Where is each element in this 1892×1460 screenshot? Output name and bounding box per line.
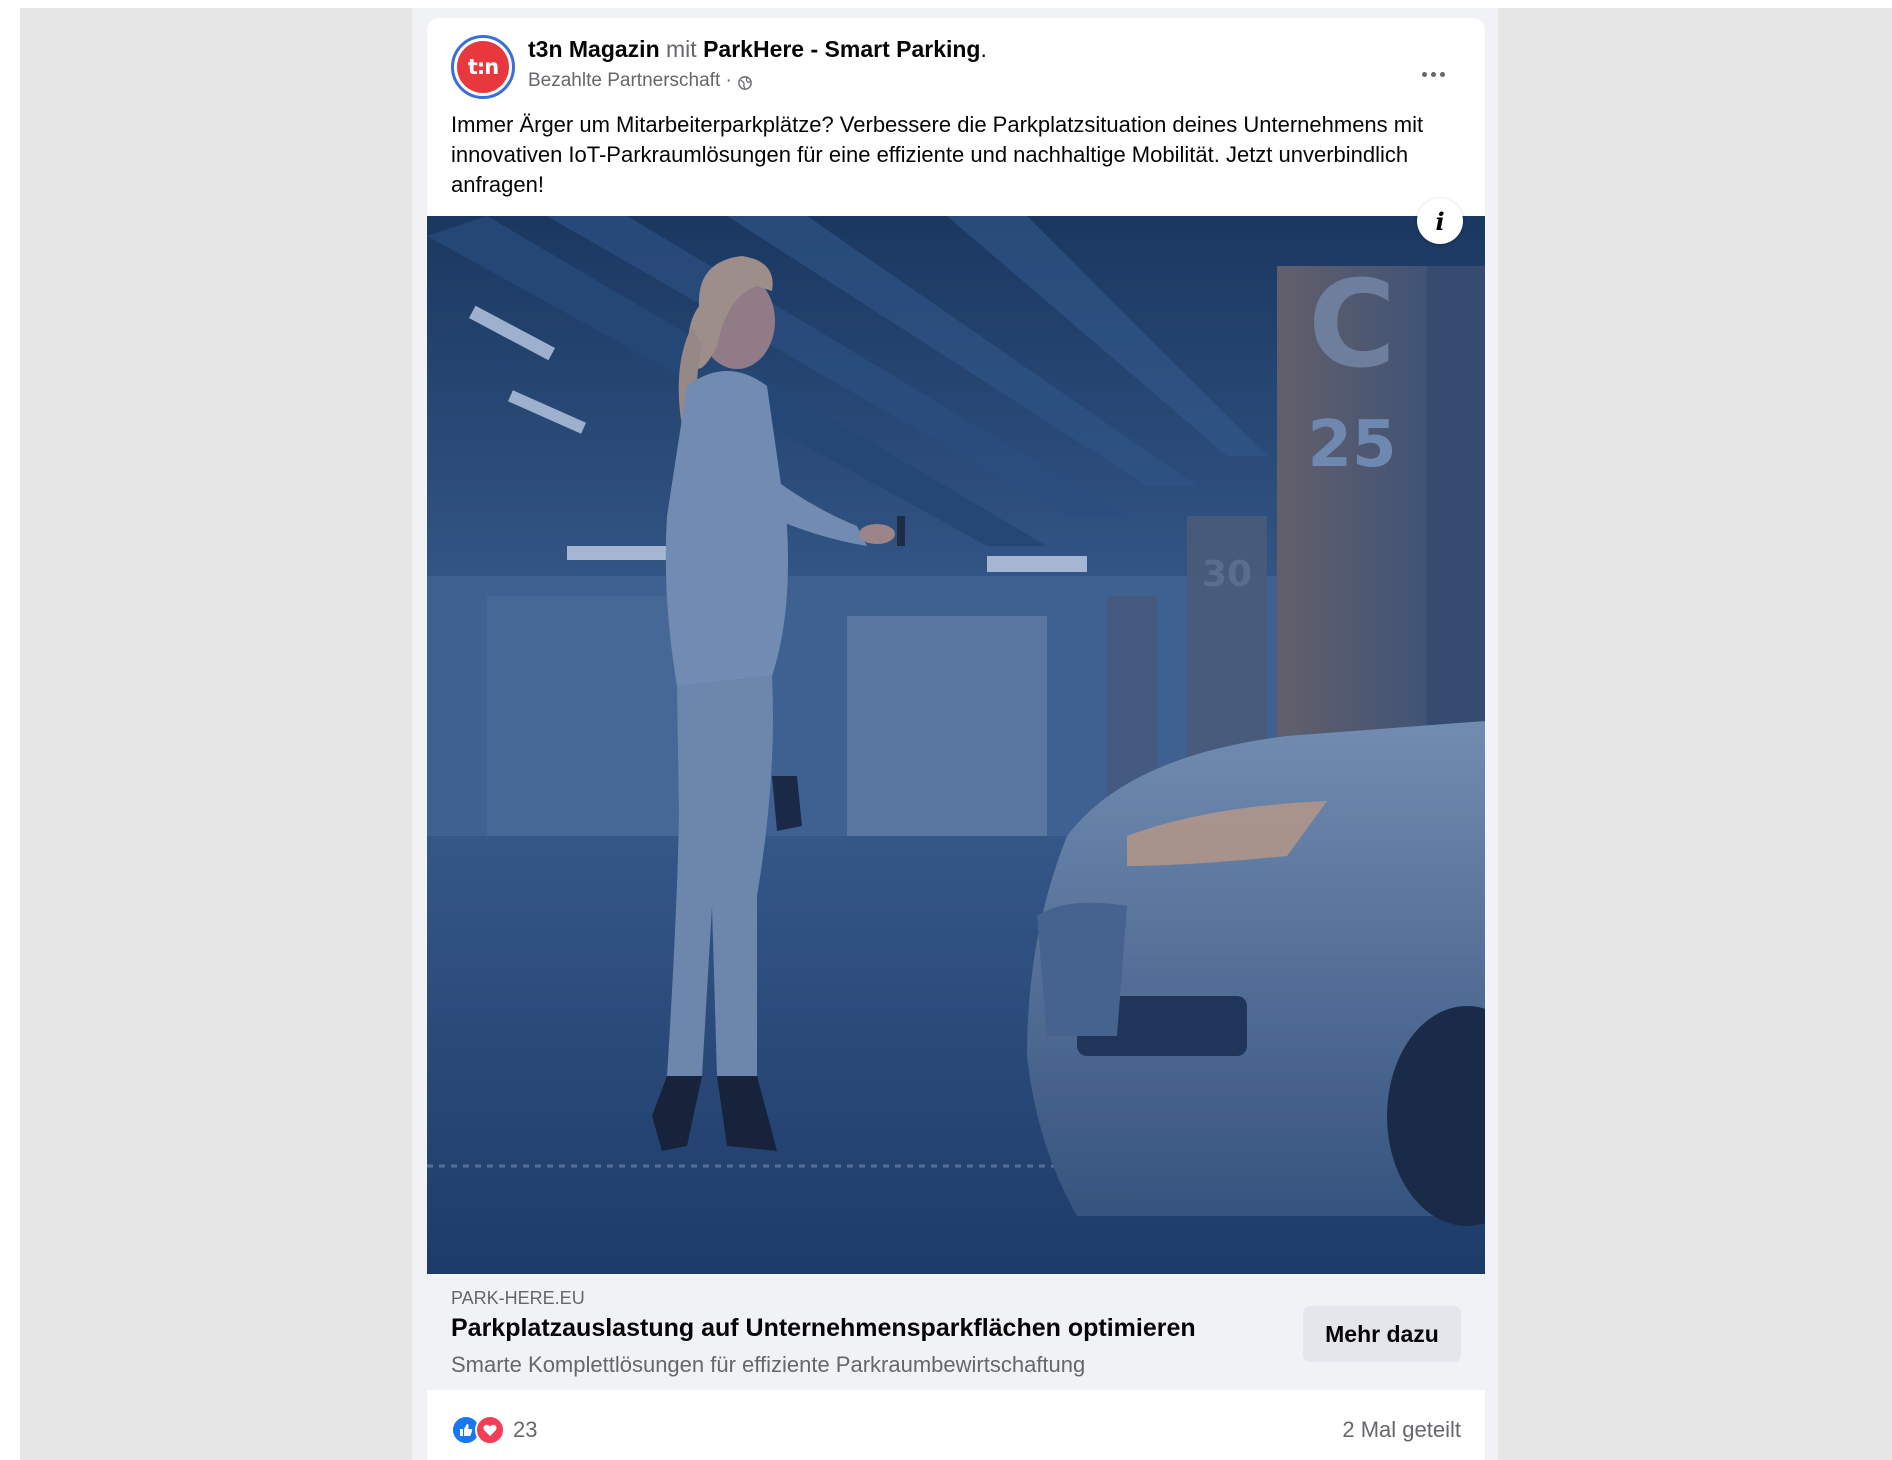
more-options-button[interactable] xyxy=(1407,54,1459,94)
post-header: t3n Magazin mit ParkHere - Smart Parking… xyxy=(528,36,987,63)
connector-text: mit xyxy=(666,36,697,62)
mehr-dazu-button[interactable]: Mehr dazu xyxy=(1303,1306,1461,1362)
page-avatar[interactable]: t:n xyxy=(451,35,515,99)
reaction-icons xyxy=(451,1415,505,1445)
t3n-logo: t:n xyxy=(457,41,509,93)
post-meta: Bezahlte Partnerschaft · xyxy=(528,70,752,92)
parking-garage-photo: C 25 30 xyxy=(427,216,1485,1274)
love-icon xyxy=(475,1415,505,1445)
reaction-count: 23 xyxy=(513,1417,538,1442)
post-body-text: Immer Ärger um Mitarbeiterparkplätze? Ve… xyxy=(451,112,1424,197)
page-name-link[interactable]: t3n Magazin xyxy=(528,36,660,62)
reactions-bar: 23 2 Mal geteilt xyxy=(451,1410,1461,1450)
link-preview[interactable]: PARK-HERE.EU Parkplatzauslastung auf Unt… xyxy=(427,1274,1485,1390)
more-options-dot xyxy=(1430,71,1436,77)
shares-count[interactable]: 2 Mal geteilt xyxy=(1342,1417,1461,1443)
more-options-icon xyxy=(1421,71,1427,77)
more-options-dot xyxy=(1439,71,1445,77)
reactions-summary[interactable]: 23 xyxy=(451,1415,537,1445)
header-period: . xyxy=(980,36,987,62)
link-description: Smarte Komplettlösungen für effiziente P… xyxy=(451,1352,1086,1377)
ad-image[interactable]: C 25 30 xyxy=(427,216,1485,1274)
ad-info-button[interactable]: i xyxy=(1417,198,1463,244)
paid-partnership-label[interactable]: Bezahlte Partnerschaft · xyxy=(528,70,732,92)
partner-name-link[interactable]: ParkHere - Smart Parking xyxy=(703,36,980,62)
link-headline[interactable]: Parkplatzauslastung auf Unternehmenspark… xyxy=(451,1314,1196,1343)
sponsored-post: t:n t3n Magazin mit ParkHere - Smart Par… xyxy=(427,18,1485,1460)
link-domain: PARK-HERE.EU xyxy=(451,1288,585,1308)
globe-icon xyxy=(738,74,752,90)
